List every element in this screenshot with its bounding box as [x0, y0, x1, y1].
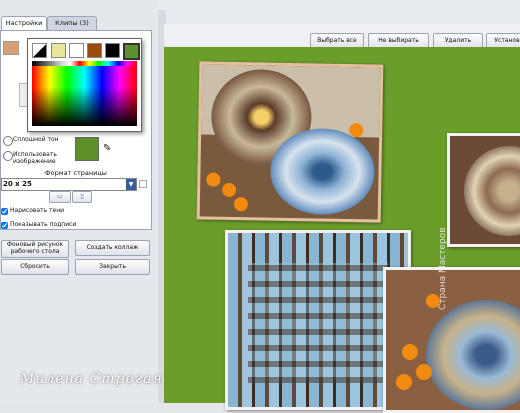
- swatch-0[interactable]: [32, 43, 47, 58]
- use-image-label: Использовать изображение: [13, 151, 57, 165]
- use-image-radio[interactable]: [3, 151, 13, 161]
- swatch-1[interactable]: [51, 43, 66, 58]
- tab-clips[interactable]: Клипы (3): [47, 16, 97, 30]
- landscape-button[interactable]: ▭: [49, 191, 71, 203]
- page-format-value: 20 x 25: [3, 180, 32, 188]
- weave-pattern-image: [248, 263, 388, 383]
- blue-basket-image: [269, 127, 376, 216]
- chevron-down-icon[interactable]: ▼: [126, 179, 136, 190]
- tab-settings[interactable]: Настройки: [1, 16, 47, 30]
- collage-canvas[interactable]: [164, 47, 520, 413]
- draw-shadows-label: Нарисовать тени: [10, 207, 65, 214]
- page-format-label: Формат страницы: [45, 169, 107, 177]
- portrait-icon: ▯: [80, 193, 84, 200]
- collage-photo-3[interactable]: [447, 133, 520, 247]
- draw-shadows-checkbox[interactable]: [1, 208, 8, 215]
- portrait-button[interactable]: ▯: [72, 191, 92, 203]
- eyedropper-icon[interactable]: ✎: [103, 143, 111, 154]
- create-collage-button[interactable]: Создать коллаж: [75, 240, 150, 256]
- swatch-4[interactable]: [105, 43, 120, 58]
- solid-color-radio[interactable]: [3, 136, 13, 146]
- basket-image-2: [464, 146, 520, 236]
- background-color-swatch[interactable]: [75, 137, 99, 161]
- landscape-icon: ▭: [57, 193, 63, 200]
- close-button[interactable]: Закрыть: [75, 259, 150, 275]
- signature-watermark: Милена Строгая: [20, 371, 163, 387]
- wallpaper-button[interactable]: Фоновый рисунок рабочего стола: [1, 240, 69, 258]
- blue-basket-image-2: [426, 300, 520, 410]
- collage-photo-1[interactable]: [196, 61, 384, 223]
- show-captions-checkbox[interactable]: [1, 222, 8, 229]
- reset-button[interactable]: Сбросить: [1, 259, 69, 275]
- solid-color-label: Сплошной тон: [13, 136, 59, 143]
- color-picker-popup: [27, 38, 142, 132]
- site-watermark: Страна Мастеров: [438, 190, 448, 310]
- site-watermark-text: Страна Мастеров: [438, 227, 448, 310]
- swatch-5-selected[interactable]: [123, 43, 140, 60]
- swatch-3[interactable]: [87, 43, 102, 58]
- orientation-checkbox[interactable]: [139, 180, 147, 188]
- swatch-2[interactable]: [69, 43, 84, 58]
- page-format-select[interactable]: 20 x 25 ▼: [1, 178, 137, 191]
- color-spectrum[interactable]: [32, 66, 137, 126]
- show-captions-label: Показывать подписи: [10, 221, 77, 228]
- collage-photo-4[interactable]: [383, 267, 520, 413]
- layout-thumbnail[interactable]: [3, 41, 19, 55]
